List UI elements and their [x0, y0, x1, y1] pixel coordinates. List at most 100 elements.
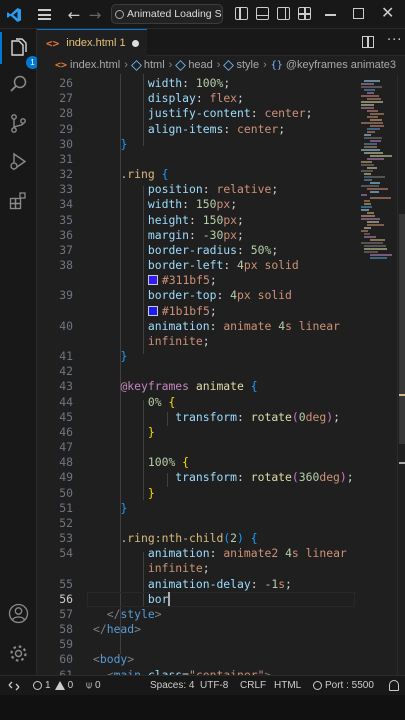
code-line[interactable]: 51 }	[37, 501, 405, 516]
scrollbar-thumb[interactable]	[399, 214, 405, 444]
code-line[interactable]: 27 display: flex;	[37, 91, 405, 106]
encoding-status[interactable]: UTF-8	[200, 680, 228, 691]
minimap-line	[361, 122, 383, 124]
toggle-secondary-sidebar-icon[interactable]	[277, 7, 290, 20]
color-swatch[interactable]	[147, 305, 158, 316]
minimize-button[interactable]	[325, 14, 336, 16]
code-line[interactable]: #1b1bf5;	[37, 304, 405, 319]
code-line[interactable]: 41 }	[37, 349, 405, 364]
source-control-icon[interactable]	[8, 113, 29, 134]
breadcrumb-style[interactable]: style	[236, 59, 259, 71]
minimap-line	[367, 131, 375, 133]
unsaved-dot-icon[interactable]	[132, 40, 139, 47]
language-status[interactable]: HTML	[274, 680, 301, 691]
color-swatch[interactable]	[147, 275, 158, 286]
code-line[interactable]: 36 margin: -30px;	[37, 228, 405, 243]
code-line[interactable]: 28 justify-content: center;	[37, 106, 405, 121]
code-line[interactable]: 50 }	[37, 486, 405, 501]
code-text: transform: rotate(0deg);	[175, 409, 340, 424]
code-line[interactable]: 43 @keyframes animate {	[37, 379, 405, 394]
minimap-line	[361, 206, 372, 208]
code-text: justify-content: center;	[147, 106, 313, 121]
code-line[interactable]: 48 100% {	[37, 455, 405, 470]
code-line[interactable]: 46 }	[37, 425, 405, 440]
minimap-line	[361, 107, 374, 109]
code-line[interactable]: 37 border-radius: 50%;	[37, 243, 405, 258]
code-line[interactable]: 49 transform: rotate(360deg);	[37, 470, 405, 485]
search-view-icon[interactable]	[8, 74, 29, 95]
ports-indicator[interactable]: ⍦ 0	[86, 680, 101, 691]
run-debug-icon[interactable]	[8, 151, 29, 172]
code-line[interactable]: 54 animation: animate2 4s linear	[37, 546, 405, 561]
code-line[interactable]: 61 <main class="container">	[37, 668, 405, 675]
breadcrumb-head[interactable]: head	[188, 59, 212, 71]
forward-arrow-icon[interactable]: →	[88, 6, 102, 24]
more-actions-icon[interactable]: ···	[387, 33, 402, 48]
problems-indicator[interactable]: 1 0	[33, 680, 73, 691]
code-line[interactable]: infinite;	[37, 561, 405, 576]
minimap-line	[361, 194, 367, 196]
back-arrow-icon[interactable]: ←	[67, 6, 81, 24]
chevron-right-icon: ›	[168, 59, 173, 71]
minimap-line	[364, 251, 378, 253]
breadcrumb-keyframes[interactable]: @keyframes animate3	[286, 59, 396, 71]
warning-icon	[54, 681, 65, 690]
code-line[interactable]: 44 0% {	[37, 395, 405, 410]
code-line[interactable]: 45 transform: rotate(0deg);	[37, 410, 405, 425]
explorer-icon[interactable]: 1	[8, 38, 39, 69]
eol-status[interactable]: CRLF	[240, 680, 266, 691]
minimap-line	[367, 98, 381, 100]
code-line[interactable]: 35 height: 150px;	[37, 213, 405, 228]
gear-icon[interactable]	[8, 643, 29, 664]
breadcrumb-file[interactable]: index.html	[70, 59, 120, 71]
code-line[interactable]: 30 }	[37, 137, 405, 152]
toggle-primary-sidebar-icon[interactable]	[235, 7, 248, 20]
code-line[interactable]: 38 border-left: 4px solid	[37, 258, 405, 273]
notifications-bell-icon[interactable]	[389, 680, 399, 691]
code-line[interactable]: 52	[37, 516, 405, 531]
code-line[interactable]: 59	[37, 637, 405, 652]
code-line[interactable]: 40 animation: animate 4s linear	[37, 319, 405, 334]
line-number: 29	[59, 121, 73, 136]
code-line[interactable]: 31	[37, 152, 405, 167]
code-line[interactable]: 29 align-items: center;	[37, 122, 405, 137]
code-line[interactable]: 55 animation-delay: -1s;	[37, 577, 405, 592]
code-line[interactable]: infinite;	[37, 334, 405, 349]
code-text: align-items: center;	[147, 121, 286, 136]
close-button[interactable]: ✕	[381, 3, 394, 22]
port-label: Port : 5500	[325, 680, 374, 691]
minimap-line	[370, 125, 384, 127]
split-editor-icon[interactable]	[362, 36, 374, 48]
toggle-panel-icon[interactable]	[256, 7, 269, 20]
code-text: #1b1bf5;	[93, 304, 217, 319]
code-line[interactable]: 33 position: relative;	[37, 182, 405, 197]
vertical-scrollbar[interactable]	[397, 74, 405, 675]
code-line[interactable]: 32 .ring {	[37, 167, 405, 182]
live-server-port[interactable]: Port : 5500	[313, 680, 374, 691]
code-line[interactable]: 42	[37, 364, 405, 379]
code-line[interactable]: 57 </style>	[37, 607, 405, 622]
code-line[interactable]: 47	[37, 440, 405, 455]
minimap-line	[361, 161, 372, 163]
remote-icon	[8, 681, 19, 690]
code-line[interactable]: 34 width: 150px;	[37, 197, 405, 212]
code-line[interactable]: 39 border-top: 4px solid	[37, 288, 405, 303]
extensions-icon[interactable]	[8, 190, 29, 211]
breadcrumb-html[interactable]: html	[144, 59, 165, 71]
code-line[interactable]: 26 width: 100%;	[37, 76, 405, 91]
code-line[interactable]: #311bf5;	[37, 273, 405, 288]
tab-index-html[interactable]: <> index.html 1	[37, 29, 147, 56]
indentation-status[interactable]: Spaces: 4	[150, 680, 194, 691]
minimap[interactable]	[357, 74, 397, 274]
code-line[interactable]: 58 </head>	[37, 622, 405, 637]
accounts-icon[interactable]	[8, 603, 29, 624]
code-editor[interactable]: 26 width: 100%; 27 display: flex; 28 justi…	[37, 74, 405, 675]
customize-layout-icon[interactable]	[298, 7, 311, 20]
code-line[interactable]: 53 .ring:nth-child(2) {	[37, 531, 405, 546]
remote-indicator[interactable]	[0, 676, 27, 695]
maximize-button[interactable]	[353, 8, 364, 19]
command-center-search[interactable]: Animated Loading Scre	[111, 4, 223, 24]
code-line[interactable]: 56 bor	[37, 591, 405, 607]
code-line[interactable]: 60 <body>	[37, 652, 405, 667]
menu-icon[interactable]	[36, 9, 52, 20]
